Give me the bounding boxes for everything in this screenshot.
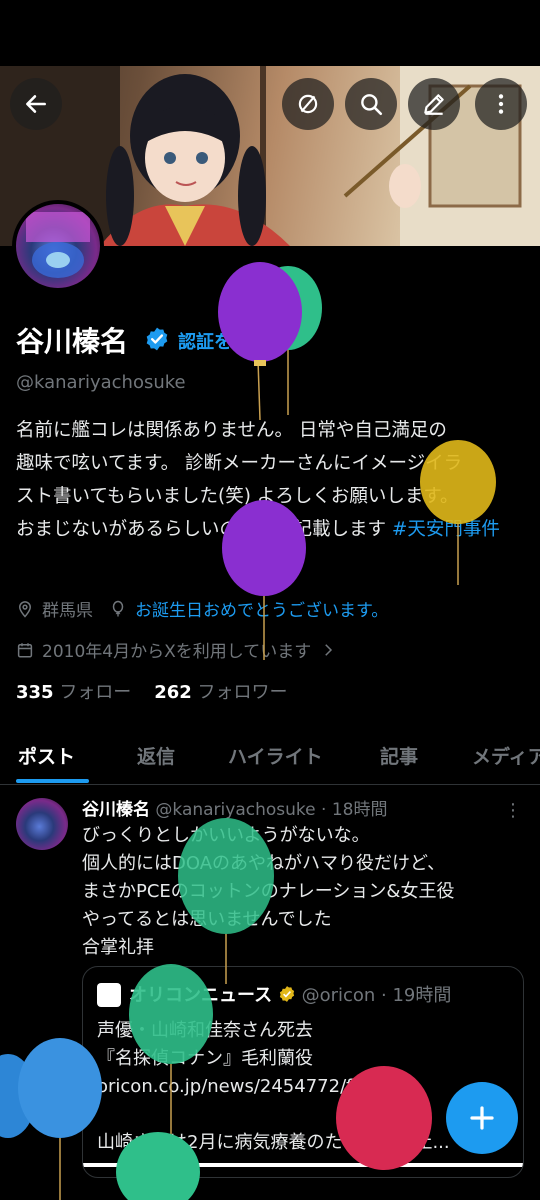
chevron-right-icon [325,643,333,656]
followers-stat[interactable]: 262 フォロワー [154,682,287,703]
profile-tabs: ポスト 返信 ハイライト 記事 メディア [0,728,540,785]
post-more-icon[interactable]: ⋮ [504,800,522,821]
compose-button[interactable] [446,1082,518,1154]
active-tab-indicator [16,779,89,783]
post-text: びっくりとしかいいようがないな。 個人的にはDOAのあやねがハマり役だけど、 ま… [82,825,454,958]
balloon-overlay [0,1038,102,1200]
profile-name: 谷川榛名 [16,325,129,358]
calendar-icon [17,642,33,657]
plus-icon [470,1106,494,1130]
profile-meta-row: 群馬県 お誕生日おめでとうございます。 [16,596,388,621]
balloon-overlay [222,500,306,660]
search-icon [361,94,383,116]
verified-badge-icon [146,327,168,351]
followers-label: フォロワー [197,682,288,703]
tab-highlights[interactable]: ハイライト [228,742,323,769]
profile-location: 群馬県 [42,601,93,621]
follow-stats: 335 フォロー 262 フォロワー [16,678,288,704]
profile-avatar[interactable] [12,200,104,292]
followers-count: 262 [154,682,192,703]
hide-button[interactable] [282,78,334,130]
post-author-name[interactable]: 谷川榛名 [82,800,150,820]
gold-verified-icon [279,986,294,1002]
more-vertical-icon [498,94,504,114]
back-button[interactable] [10,78,62,130]
search-button[interactable] [345,78,397,130]
quoted-post-time: 19時間 [392,985,452,1006]
post-time: 18時間 [331,800,388,820]
following-count: 335 [16,682,54,703]
quoted-author-handle: @oricon [301,985,376,1006]
arrow-left-icon [26,95,46,113]
location-pin-icon [18,600,32,618]
eye-slash-icon [298,94,318,114]
oricon-logo-icon [97,983,121,1007]
tab-media[interactable]: メディア [472,742,540,769]
balloon-overlay [218,262,322,420]
balloon-icon [112,600,124,616]
following-stat[interactable]: 335 フォロー [16,682,131,703]
more-button[interactable] [475,78,527,130]
bio-line: 趣味で呟いてます。 診断メーカーさんにイメージイラ [16,453,463,474]
avatar-image [26,212,90,278]
balloon-overlay [178,818,274,984]
balloon-overlay [116,1132,200,1200]
bio-line: おまじないがあるらしいので暫く記載します [16,519,392,540]
post-avatar[interactable] [16,798,68,850]
balloon-overlay [336,1066,432,1170]
pencil-icon [424,94,444,115]
balloon-overlay [129,964,213,1142]
tab-replies[interactable]: 返信 [137,742,175,769]
bio-line: 名前に艦コレは関係ありません。 日常や自己満足の [16,420,447,441]
following-label: フォロー [59,682,132,703]
edit-button[interactable] [408,78,460,130]
tab-posts[interactable]: ポスト [18,742,75,769]
profile-handle: @kanariyachosuke [16,372,186,393]
balloon-overlay [420,440,496,585]
tab-articles[interactable]: 記事 [380,742,418,769]
